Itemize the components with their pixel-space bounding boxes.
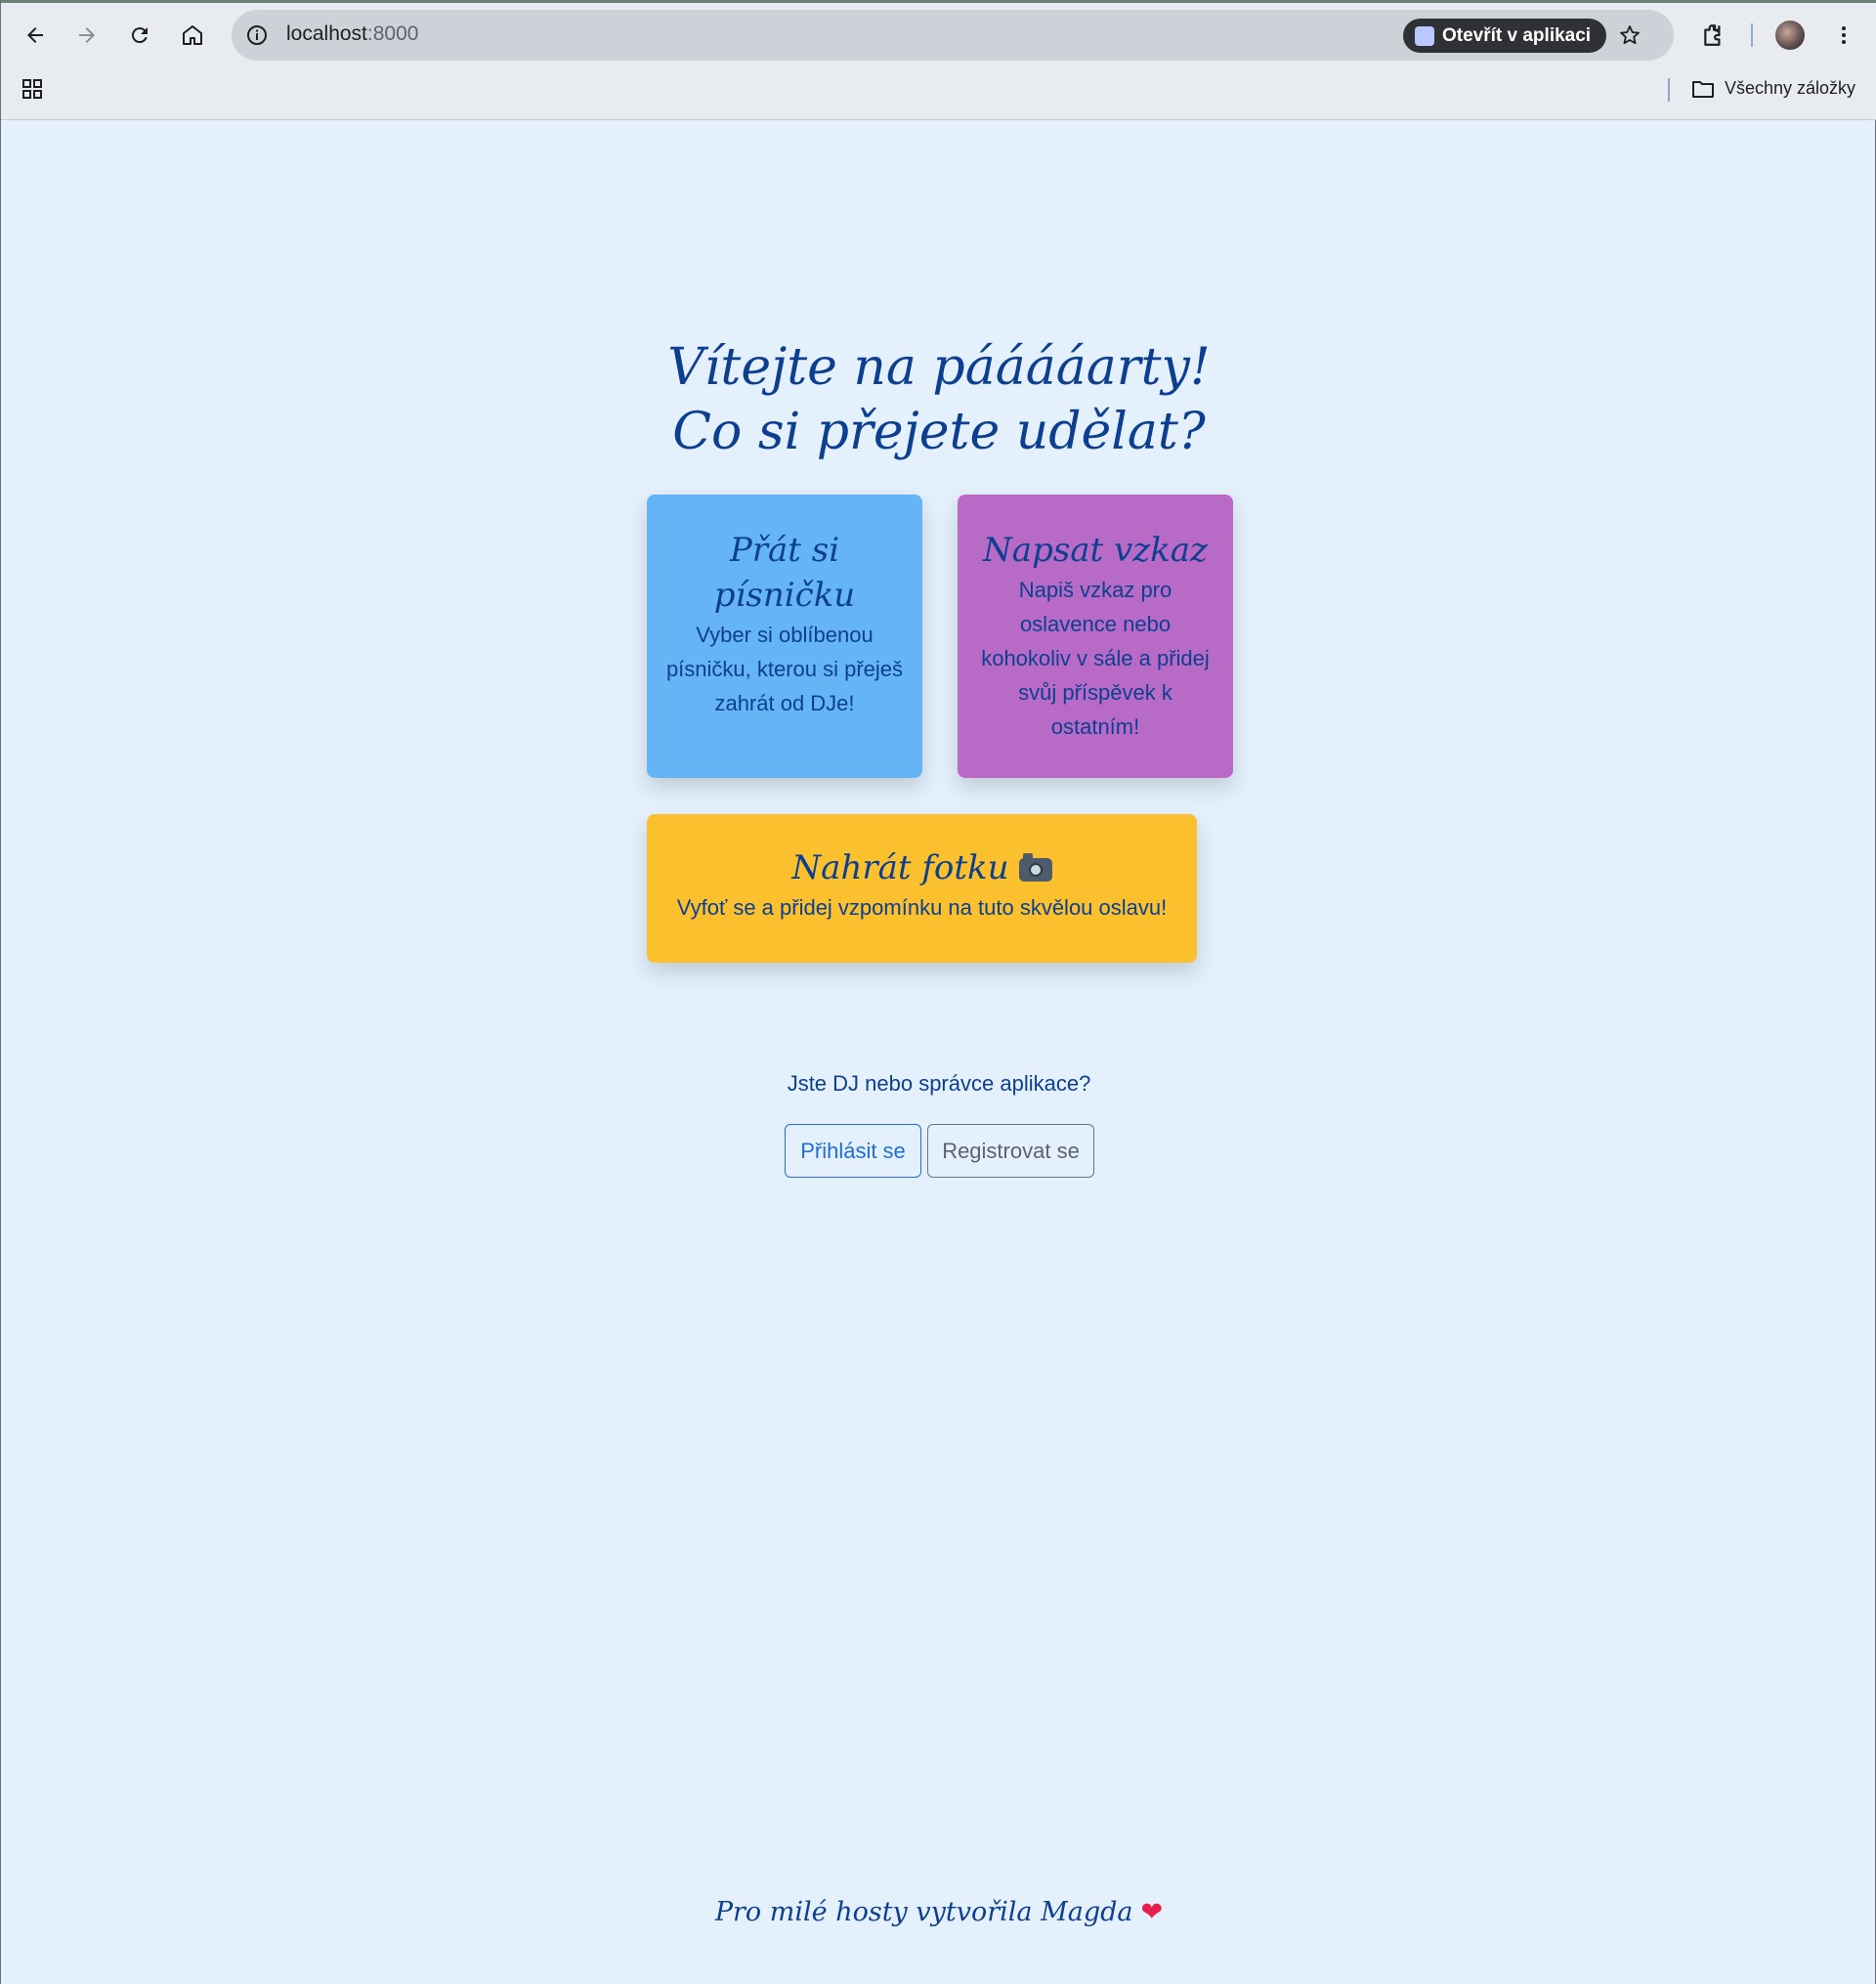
heart-icon: ❤ — [1140, 1897, 1164, 1927]
arrow-left-icon — [27, 27, 43, 43]
toolbar-separator — [1751, 23, 1753, 47]
reload-icon — [131, 27, 148, 44]
message-card-description: Napiš vzkaz pro oslavence nebo kohokoliv… — [981, 578, 1210, 739]
back-button[interactable] — [16, 16, 55, 55]
song-card-description: Vyber si oblíbenou písničku, kterou si p… — [665, 623, 904, 715]
photo-upload-card[interactable]: Nahrát fotku Vyfoť se a přidej vzpomínku… — [647, 814, 1197, 963]
address-bar[interactable]: localhost:8000 Otevřít v aplikaci — [232, 10, 1674, 61]
url-host: localhost — [286, 22, 367, 45]
open-in-app-label: Otevřít v aplikaci — [1442, 24, 1592, 46]
all-bookmarks-label: Všechny záložky — [1725, 78, 1856, 98]
all-bookmarks-button[interactable]: Všechny záložky — [1691, 78, 1855, 99]
info-icon — [247, 25, 267, 45]
open-in-app-button[interactable]: Otevřít v aplikaci — [1403, 19, 1607, 53]
register-button[interactable]: Registrovat se — [927, 1124, 1094, 1178]
url-text[interactable]: localhost:8000 — [286, 22, 418, 46]
apps-button[interactable] — [13, 69, 52, 108]
apps-grid-icon — [22, 79, 42, 99]
star-icon — [1620, 25, 1640, 45]
menu-button[interactable] — [1824, 16, 1863, 55]
login-button[interactable]: Přihlásit se — [785, 1124, 921, 1178]
arrow-right-icon — [79, 27, 95, 43]
footer: Pro milé hosty vytvořila Magda ❤ — [1, 1897, 1876, 1927]
bookmarks-separator — [1668, 78, 1670, 102]
song-request-card[interactable]: Přát si písničku Vyber si oblíbenou písn… — [647, 495, 922, 778]
folder-icon — [1692, 80, 1714, 98]
puzzle-icon — [1704, 24, 1721, 46]
photo-card-title: Nahrát fotku — [791, 848, 1009, 887]
app-icon — [1415, 25, 1434, 46]
reload-button[interactable] — [120, 16, 159, 55]
forward-button[interactable] — [67, 16, 107, 55]
photo-card-description: Vyfoť se a přidej vzpomínku na tuto skvě… — [676, 895, 1168, 920]
message-card[interactable]: Napsat vzkaz Napiš vzkaz pro oslavence n… — [958, 495, 1233, 778]
page-content: Vítejte na pááááarty! Co si přejete uděl… — [1, 120, 1876, 1984]
camera-icon — [1018, 853, 1052, 882]
title-line-2: Co si přejete udělat? — [672, 403, 1206, 461]
home-button[interactable] — [173, 16, 212, 55]
url-port: :8000 — [366, 22, 419, 45]
message-card-title: Napsat vzkaz — [983, 531, 1208, 570]
song-card-title: Přát si písničku — [713, 531, 856, 615]
browser-chrome: localhost:8000 Otevřít v aplikaci Všechn… — [1, 0, 1876, 120]
home-icon — [183, 25, 202, 45]
footer-text: Pro milé hosty vytvořila Magda — [714, 1897, 1133, 1927]
dj-admin-prompt: Jste DJ nebo správce aplikace? — [787, 1071, 1091, 1096]
title-line-1: Vítejte na pááááarty! — [667, 338, 1211, 397]
page-title: Vítejte na pááááarty! Co si přejete uděl… — [1, 335, 1876, 464]
profile-avatar[interactable] — [1775, 21, 1805, 50]
bookmark-star-button[interactable] — [1612, 18, 1647, 53]
extensions-button[interactable] — [1694, 16, 1733, 55]
window-top-strip — [1, 0, 1876, 3]
more-vert-icon — [1842, 26, 1846, 44]
